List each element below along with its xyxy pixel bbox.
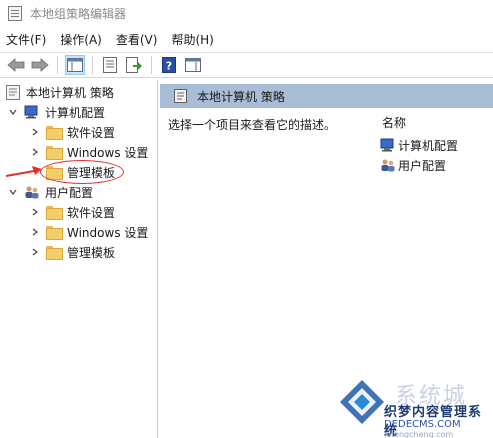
chevron-right-icon[interactable]: [30, 127, 40, 137]
tree-item-label: Windows 设置: [67, 145, 149, 160]
toolbar-separator: [151, 56, 152, 74]
export-list-icon: [126, 57, 142, 73]
help-button[interactable]: ?: [159, 55, 179, 75]
watermark-line-3: xitongcheng.com: [384, 430, 454, 438]
folder-icon: [46, 246, 63, 260]
tree-item-user-software-settings[interactable]: 软件设置: [30, 202, 115, 222]
menu-help[interactable]: 帮助(H): [171, 31, 213, 48]
tree-item-label: 管理模板: [67, 245, 116, 260]
tree-item-label: 软件设置: [67, 125, 116, 140]
forward-icon: [31, 58, 49, 72]
folder-icon: [46, 226, 63, 240]
list-item-user-config[interactable]: 用户配置: [380, 156, 446, 174]
users-icon: [25, 186, 39, 199]
list-item-label: 用户配置: [398, 158, 447, 173]
computer-icon: [24, 105, 38, 119]
tree-item-windows-settings[interactable]: Windows 设置: [30, 142, 148, 162]
red-arrow-annotation: [5, 166, 42, 177]
chevron-down-icon[interactable]: [8, 187, 18, 197]
chevron-right-icon[interactable]: [30, 207, 40, 217]
toolbar-separator: [57, 56, 58, 74]
detail-header-title: 本地计算机 策略: [197, 89, 285, 104]
tree-item-software-settings[interactable]: 软件设置: [30, 122, 115, 142]
tree-item-root[interactable]: 本地计算机 策略: [6, 82, 114, 102]
show-pane-icon: [185, 58, 201, 72]
chevron-right-icon[interactable]: [30, 227, 40, 237]
tree-pane[interactable]: 本地计算机 策略 计算机配置 软件设置 Windows 设置 管理模板 用户配置…: [0, 80, 158, 438]
list-item-label: 计算机配置: [398, 138, 459, 153]
tree-item-user-admin-templates[interactable]: 管理模板: [30, 242, 115, 262]
forward-button[interactable]: [30, 55, 50, 75]
tree-item-user-windows-settings[interactable]: Windows 设置: [30, 222, 148, 242]
svg-text:?: ?: [166, 60, 172, 73]
help-icon: ?: [162, 57, 176, 73]
menu-file[interactable]: 文件(F): [6, 31, 46, 48]
folder-icon: [46, 126, 63, 140]
properties-icon: [103, 57, 117, 73]
tree-item-computer-config[interactable]: 计算机配置: [8, 102, 105, 122]
toolbar: ?: [0, 52, 493, 78]
back-icon: [7, 58, 25, 72]
title-bar: 本地组策略编辑器: [0, 0, 493, 27]
show-tree-button[interactable]: [65, 55, 85, 75]
list-item-computer-config[interactable]: 计算机配置: [380, 136, 458, 154]
watermark-line-2: DEDECMS.COM: [384, 419, 461, 430]
chevron-down-icon[interactable]: [8, 107, 18, 117]
policy-editor-icon: [8, 6, 22, 21]
show-pane-button[interactable]: [183, 55, 203, 75]
tree-item-user-config[interactable]: 用户配置: [8, 182, 93, 202]
red-circle-annotation: [40, 160, 124, 184]
window-title: 本地组策略编辑器: [30, 7, 127, 21]
tree-item-label: Windows 设置: [67, 225, 149, 240]
menu-bar: 文件(F) 操作(A) 查看(V) 帮助(H): [0, 28, 493, 50]
toolbar-separator: [92, 56, 93, 74]
chevron-right-icon[interactable]: [30, 147, 40, 157]
tree-user-config-label: 用户配置: [45, 185, 94, 200]
properties-button[interactable]: [100, 55, 120, 75]
show-tree-icon: [67, 58, 83, 72]
chevron-right-icon[interactable]: [30, 247, 40, 257]
tree-item-label: 软件设置: [67, 205, 116, 220]
export-list-button[interactable]: [124, 55, 144, 75]
folder-icon: [46, 206, 63, 220]
tree-root-label: 本地计算机 策略: [26, 85, 114, 100]
users-icon: [381, 159, 395, 172]
menu-view[interactable]: 查看(V): [116, 31, 158, 48]
policy-icon: [6, 84, 20, 100]
tree-computer-config-label: 计算机配置: [45, 105, 106, 120]
description-text: 选择一个项目来查看它的描述。: [168, 118, 337, 132]
policy-icon: [174, 89, 187, 103]
column-header-name[interactable]: 名称: [382, 114, 406, 131]
folder-icon: [46, 146, 63, 160]
menu-action[interactable]: 操作(A): [60, 31, 102, 48]
computer-icon: [380, 138, 394, 152]
back-button[interactable]: [6, 55, 26, 75]
detail-header: 本地计算机 策略: [160, 84, 493, 108]
